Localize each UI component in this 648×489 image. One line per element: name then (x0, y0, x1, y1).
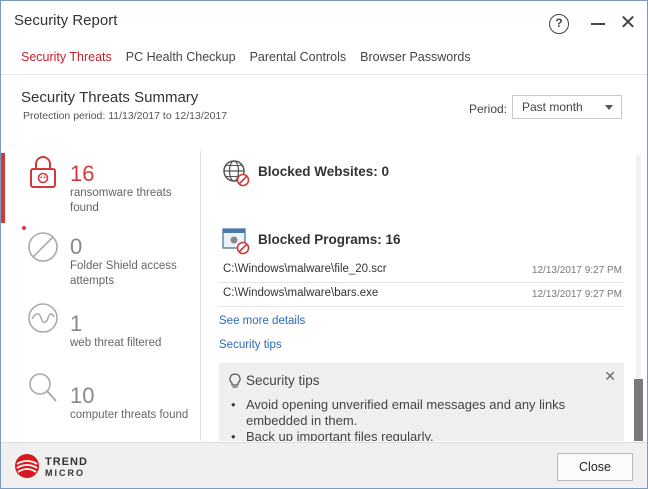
program-path: C:\Windows\malware\bars.exe (223, 287, 379, 299)
title-bar: Security Report ? ✕ (1, 1, 647, 43)
logo-text-trend: TREND (45, 456, 88, 468)
ransomware-label: ransomware threats found (70, 187, 172, 214)
tip-item: • Avoid opening unverified email messages… (231, 397, 611, 429)
help-button[interactable]: ? (549, 14, 569, 34)
blocked-websites-title: Blocked Websites: 0 (258, 164, 390, 179)
wave-icon (28, 303, 58, 333)
period-value: Past month (522, 100, 583, 114)
lock-icon (30, 156, 56, 188)
program-time: 12/13/2017 9:27 PM (531, 289, 622, 300)
chevron-down-icon (605, 105, 613, 110)
folder-shield-label: Folder Shield access attempts (70, 260, 177, 287)
security-report-window: Security Report ? ✕ Security Threats PC … (0, 0, 648, 489)
tip-item: • Back up important files regularly. (231, 429, 611, 441)
stat-folder-shield[interactable]: 0 Folder Shield access attempts (1, 226, 201, 296)
tab-browser-passwords[interactable]: Browser Passwords (360, 50, 470, 70)
program-blocked-icon (222, 228, 250, 255)
threat-stats-panel: 16 ransomware threats found 0 Folder Shi… (1, 151, 201, 441)
details-panel: Blocked Websites: 0 Blocked Programs: 16… (202, 151, 634, 441)
close-button[interactable]: Close (557, 453, 633, 481)
tip-bullet: • (231, 429, 236, 441)
summary-title: Security Threats Summary (21, 89, 199, 106)
tab-security-threats[interactable]: Security Threats (21, 50, 112, 70)
period-dropdown[interactable]: Past month (512, 95, 622, 119)
scroll-thumb[interactable] (634, 379, 643, 441)
magnifier-icon (29, 373, 57, 402)
tabs-divider (1, 74, 647, 75)
logo-text-micro: MICRO (45, 468, 85, 478)
tip-text: Back up important files regularly. (246, 429, 434, 441)
blocked-program-row: C:\Windows\malware\file_20.scr 12/13/201… (219, 259, 624, 283)
web-threat-label: web threat filtered (70, 337, 162, 349)
web-threat-count: 1 (70, 311, 83, 336)
tip-bullet: • (231, 397, 236, 412)
see-more-details-link[interactable]: See more details (219, 315, 305, 327)
tips-title: Security tips (246, 373, 320, 388)
folder-shield-count: 0 (70, 234, 83, 259)
window-title: Security Report (14, 12, 118, 29)
help-icon: ? (555, 16, 563, 30)
globe-blocked-icon (223, 160, 250, 187)
tab-pc-health-checkup[interactable]: PC Health Checkup (126, 50, 236, 70)
footer-bar: TREND MICRO Close (1, 442, 647, 488)
stat-web-threat[interactable]: 1 web threat filtered (1, 301, 201, 371)
security-tips-box: Security tips ✕ • Avoid opening unverifie… (219, 363, 624, 441)
blocked-program-row: C:\Windows\malware\bars.exe 12/13/2017 9… (219, 283, 624, 307)
report-tabs: Security Threats PC Health Checkup Paren… (21, 50, 471, 70)
computer-threats-label: computer threats found (70, 409, 189, 421)
window-close-button[interactable]: ✕ (617, 11, 639, 35)
tips-list: • Avoid opening unverified email messages… (231, 397, 611, 441)
stat-computer-threats[interactable]: 10 computer threats found (1, 371, 201, 441)
trend-micro-logo-icon (15, 454, 39, 478)
no-entry-icon (28, 232, 58, 262)
tips-close-button[interactable]: ✕ (604, 368, 616, 385)
minimize-button[interactable] (591, 23, 605, 25)
lightbulb-icon (229, 373, 241, 388)
ransomware-count: 16 (70, 161, 95, 186)
close-icon: ✕ (619, 12, 637, 34)
tip-text: Avoid opening unverified email messages … (246, 397, 566, 428)
security-tips-link[interactable]: Security tips (219, 339, 282, 351)
tab-parental-controls[interactable]: Parental Controls (250, 50, 347, 70)
blocked-programs-title: Blocked Programs: 16 (258, 232, 401, 247)
stat-ransomware[interactable]: 16 ransomware threats found (1, 151, 201, 221)
program-path: C:\Windows\malware\file_20.scr (223, 263, 387, 275)
period-label: Period: (469, 102, 508, 116)
details-scrollbar[interactable] (634, 151, 643, 441)
protection-period: Protection period: 11/13/2017 to 12/13/2… (23, 110, 228, 122)
program-time: 12/13/2017 9:27 PM (531, 265, 622, 276)
computer-threats-count: 10 (70, 383, 95, 408)
close-icon: ✕ (604, 368, 616, 384)
